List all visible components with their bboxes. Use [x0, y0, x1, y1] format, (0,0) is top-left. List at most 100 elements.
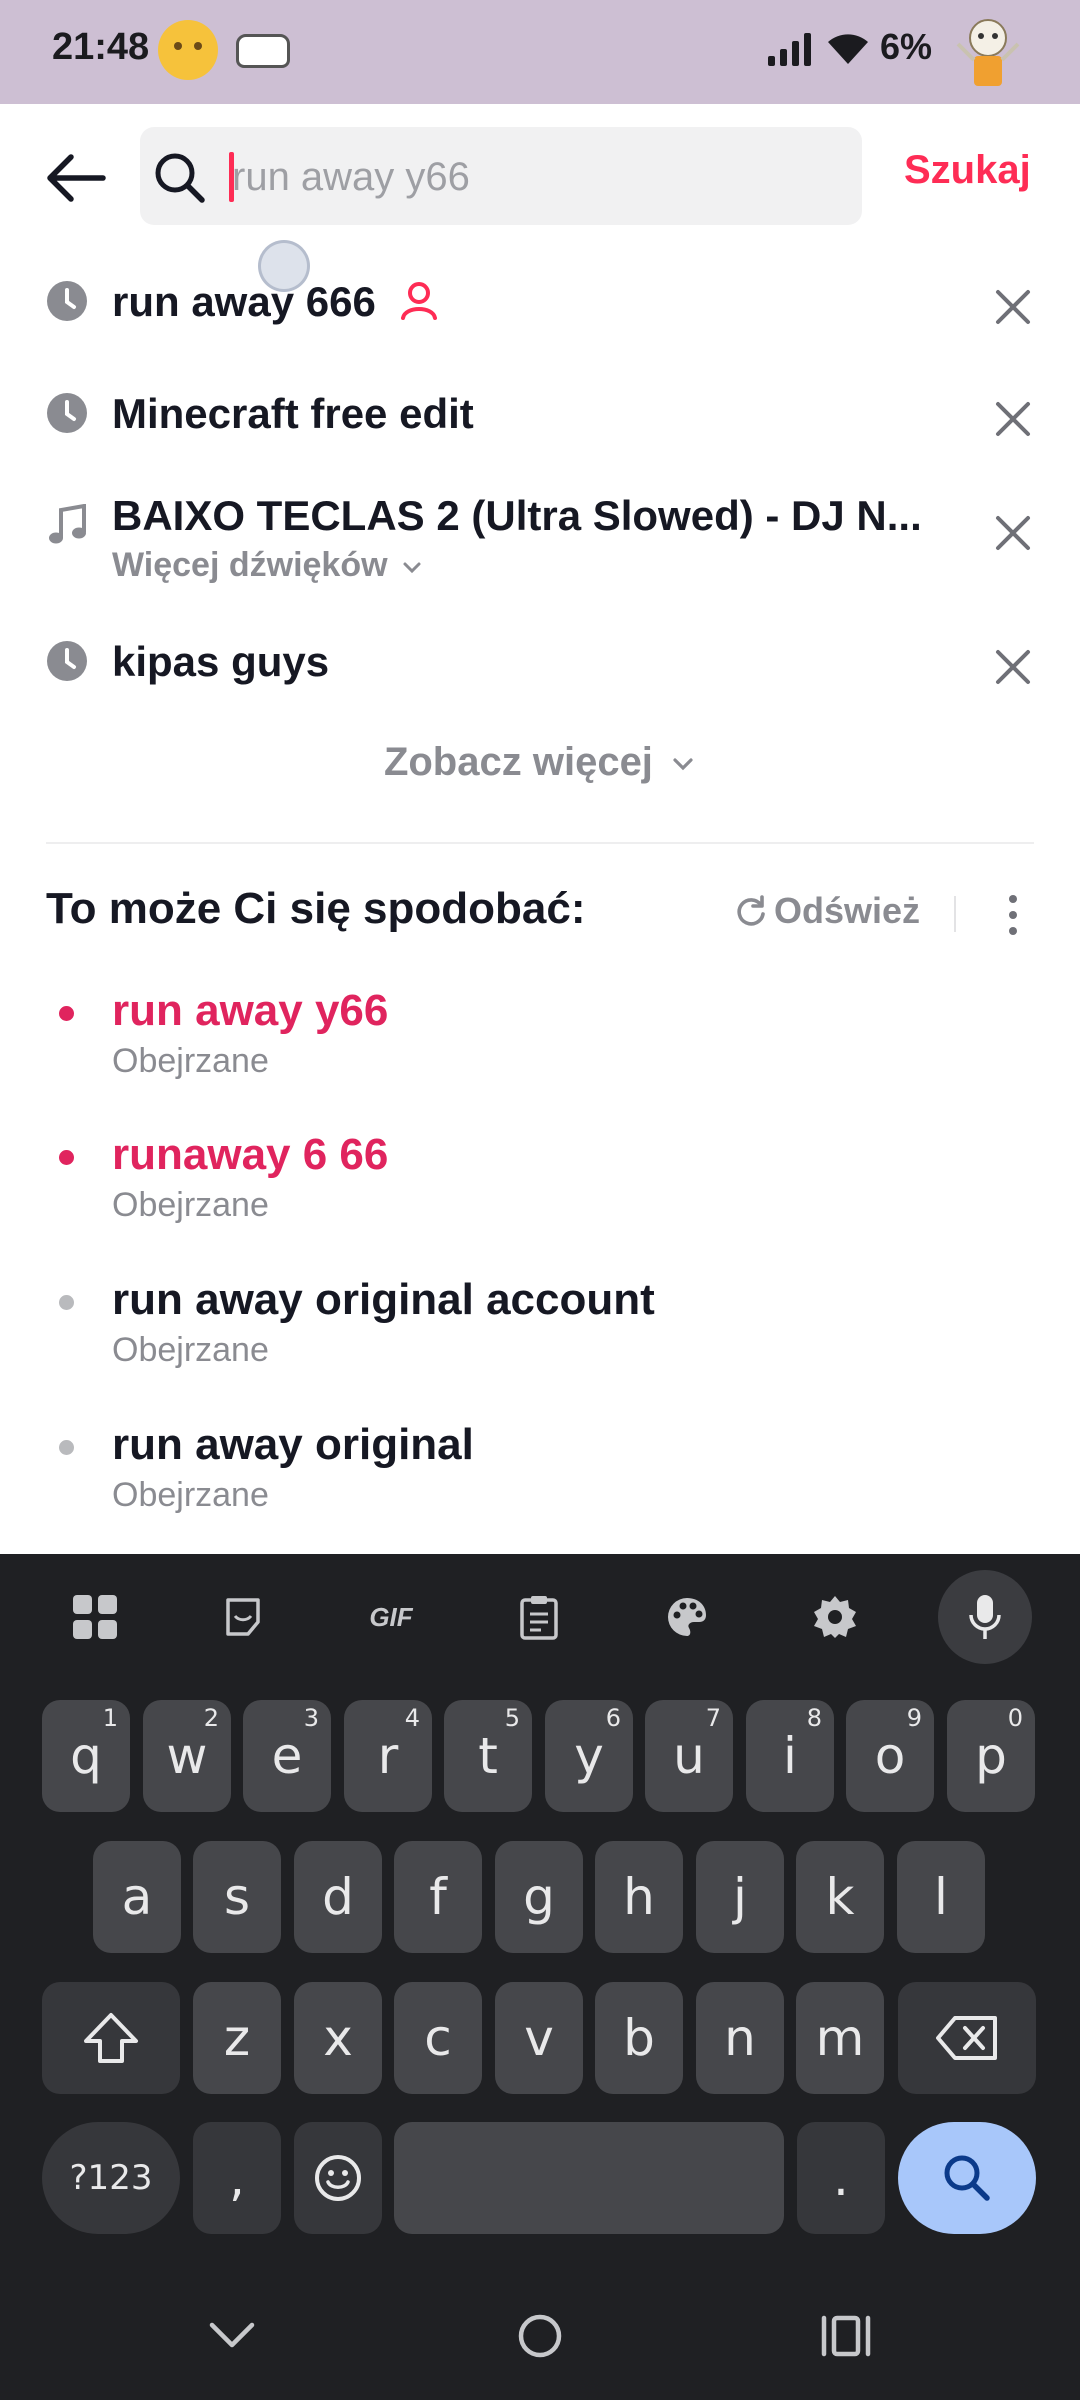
- history-item[interactable]: Minecraft free edit: [0, 382, 1080, 452]
- history-item[interactable]: run away 666: [0, 270, 1080, 340]
- key-c[interactable]: c: [394, 1982, 482, 2094]
- home-circle-icon: [518, 2314, 562, 2358]
- gif-button[interactable]: GIF: [356, 1582, 426, 1652]
- suggestion-label: runaway 6 66: [112, 1130, 389, 1179]
- more-options-icon[interactable]: [998, 890, 1028, 940]
- see-more-button[interactable]: Zobacz więcej: [0, 740, 1080, 785]
- key-a[interactable]: a: [93, 1841, 181, 1953]
- key-q[interactable]: q1: [42, 1700, 130, 1812]
- space-key[interactable]: [394, 2122, 784, 2234]
- key-x[interactable]: x: [294, 1982, 382, 2094]
- key-k[interactable]: k: [796, 1841, 884, 1953]
- clipboard-button[interactable]: [504, 1582, 574, 1652]
- hide-keyboard-button[interactable]: [196, 2300, 268, 2372]
- key-b[interactable]: b: [595, 1982, 683, 2094]
- period-key[interactable]: .: [797, 2122, 885, 2234]
- suggestion-label: run away y66: [112, 986, 389, 1035]
- search-key[interactable]: [898, 2122, 1036, 2234]
- key-r[interactable]: r4: [344, 1700, 432, 1812]
- shift-key[interactable]: [42, 1982, 180, 2094]
- key-j[interactable]: j: [696, 1841, 784, 1953]
- key-z[interactable]: z: [193, 1982, 281, 2094]
- key-label: q: [70, 1727, 102, 1785]
- suggestion-item[interactable]: run away original account Obejrzane: [0, 1275, 1080, 1385]
- history-item[interactable]: kipas guys: [0, 630, 1080, 700]
- search-input[interactable]: [232, 146, 832, 208]
- keyboard: [0, 1554, 1080, 2400]
- refresh-button[interactable]: Odśwież: [734, 890, 920, 932]
- suggestion-sub: Obejrzane: [112, 1331, 269, 1369]
- wifi-icon: [828, 34, 868, 64]
- refresh-label: Odśwież: [774, 890, 921, 931]
- key-h[interactable]: h: [595, 1841, 683, 1953]
- key-f[interactable]: f: [394, 1841, 482, 1953]
- battery-percent: 6%: [880, 26, 933, 67]
- search-icon: [155, 153, 205, 203]
- sticker-button[interactable]: [208, 1582, 278, 1652]
- key-label: o: [874, 1727, 906, 1785]
- key-i[interactable]: i8: [746, 1700, 834, 1812]
- apps-grid-button[interactable]: [60, 1582, 130, 1652]
- key-o[interactable]: o9: [846, 1700, 934, 1812]
- key-hint: 1: [102, 1704, 118, 1732]
- key-hint: 8: [806, 1704, 822, 1732]
- comma-key[interactable]: ,: [193, 2122, 281, 2234]
- arrow-left-icon: [47, 154, 106, 202]
- recents-button[interactable]: [810, 2300, 882, 2372]
- search-submit-button[interactable]: Szukaj: [904, 148, 1031, 193]
- close-icon[interactable]: [990, 396, 1036, 442]
- more-sounds-link[interactable]: Więcej dźwięków: [112, 546, 423, 585]
- suggestion-dot: [59, 1295, 74, 1310]
- backspace-icon: [936, 2016, 997, 2060]
- back-button[interactable]: [40, 142, 112, 214]
- music-note-icon: [49, 504, 86, 544]
- key-label: w: [166, 1727, 208, 1785]
- settings-button[interactable]: [800, 1582, 870, 1652]
- key-s[interactable]: s: [193, 1841, 281, 1953]
- symbols-key[interactable]: ?123: [42, 2122, 180, 2234]
- status-time: 21:48: [52, 26, 150, 68]
- key-label: ,: [229, 2149, 245, 2207]
- chevron-down-icon: [673, 758, 693, 771]
- palette-icon: [668, 1598, 706, 1636]
- key-v[interactable]: v: [495, 1982, 583, 2094]
- trending-dot: [59, 1006, 74, 1021]
- key-hint: 7: [705, 1704, 721, 1732]
- suggestion-item[interactable]: runaway 6 66 Obejrzane: [0, 1130, 1080, 1240]
- key-t[interactable]: t5: [444, 1700, 532, 1812]
- suggestion-sub: Obejrzane: [112, 1476, 269, 1514]
- key-m[interactable]: m: [796, 1982, 884, 2094]
- key-label: c: [424, 2009, 452, 2067]
- theme-button[interactable]: [652, 1582, 722, 1652]
- recents-icon: [821, 2315, 871, 2357]
- suggestion-sub: Obejrzane: [112, 1186, 269, 1224]
- suggestion-item[interactable]: run away original Obejrzane: [0, 1420, 1080, 1530]
- suggestion-item[interactable]: run away y66 Obejrzane: [0, 986, 1080, 1096]
- key-label: y: [574, 1727, 604, 1785]
- key-e[interactable]: e3: [243, 1700, 331, 1812]
- key-label: u: [673, 1727, 705, 1785]
- emoji-key[interactable]: [294, 2122, 382, 2234]
- key-l[interactable]: l: [897, 1841, 985, 1953]
- close-icon[interactable]: [990, 644, 1036, 690]
- emoji-icon: [315, 2155, 361, 2201]
- history-item-label: run away 666: [112, 278, 376, 325]
- voice-input-button[interactable]: [938, 1570, 1032, 1664]
- key-n[interactable]: n: [696, 1982, 784, 2094]
- history-item-text: run away 666: [112, 278, 439, 326]
- backspace-key[interactable]: [898, 1982, 1036, 2094]
- history-item-sound[interactable]: BAIXO TECLAS 2 (Ultra Slowed) - DJ N... …: [0, 488, 1080, 598]
- key-u[interactable]: u7: [645, 1700, 733, 1812]
- key-d[interactable]: d: [294, 1841, 382, 1953]
- home-button[interactable]: [504, 2300, 576, 2372]
- history-item-label: kipas guys: [112, 638, 330, 685]
- key-w[interactable]: w2: [143, 1700, 231, 1812]
- close-icon[interactable]: [990, 284, 1036, 330]
- close-icon[interactable]: [990, 510, 1036, 556]
- key-hint: 3: [303, 1704, 319, 1732]
- key-label: a: [121, 1868, 153, 1926]
- key-p[interactable]: p0: [947, 1700, 1035, 1812]
- key-g[interactable]: g: [495, 1841, 583, 1953]
- key-y[interactable]: y6: [545, 1700, 633, 1812]
- suggestion-sub: Obejrzane: [112, 1042, 269, 1080]
